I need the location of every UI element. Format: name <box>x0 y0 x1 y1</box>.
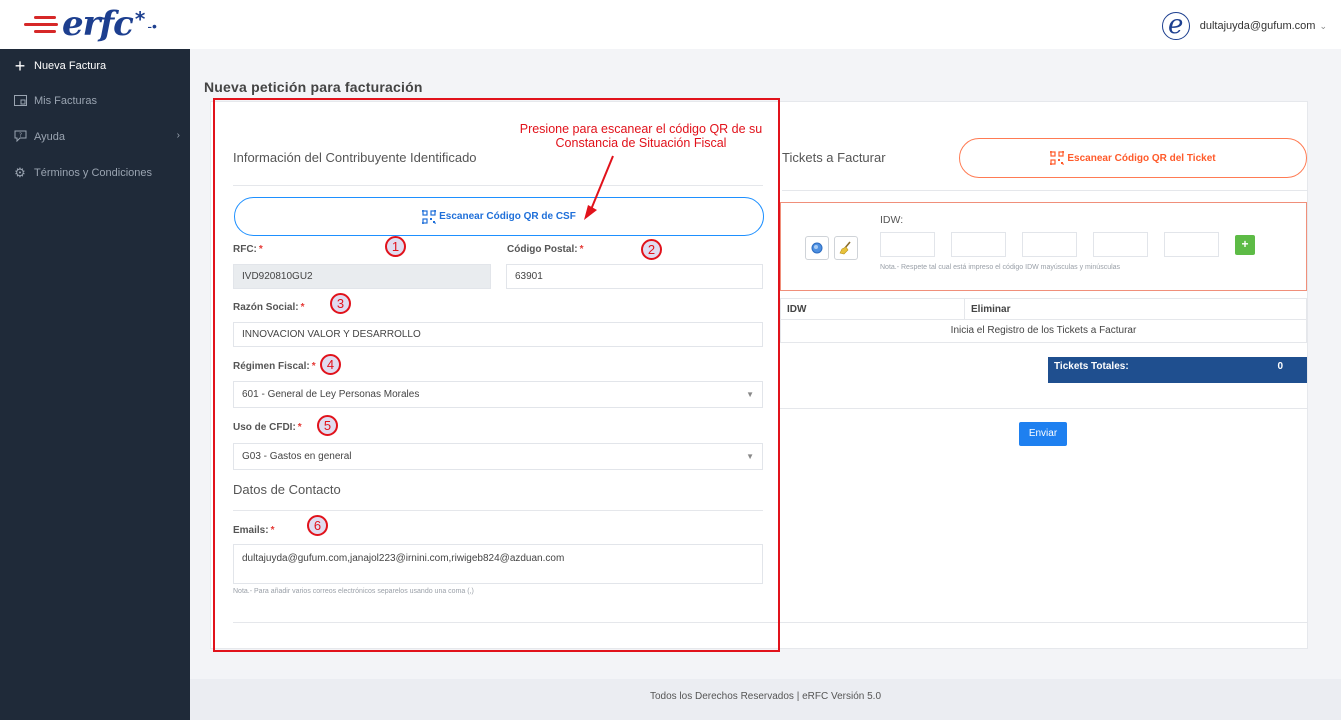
page-title: Nueva petición para facturación <box>204 79 423 95</box>
tickets-totals-value: 0 <box>1277 361 1283 372</box>
help-button[interactable] <box>805 236 829 260</box>
broom-icon <box>839 241 851 255</box>
qr-code-icon <box>1050 151 1065 165</box>
table-header-eliminar: Eliminar <box>964 298 1307 320</box>
idw-input-5[interactable] <box>1164 232 1219 257</box>
annotation-marker-2: 2 <box>641 239 662 260</box>
annotation-frame <box>213 98 780 652</box>
tickets-totals-label: Tickets Totales: <box>1054 361 1129 372</box>
sidebar-item-label: Ayuda <box>34 131 65 143</box>
annotation-marker-4: 4 <box>320 354 341 375</box>
tickets-totals-bar: Tickets Totales: 0 <box>1048 357 1307 383</box>
logo-star: * <box>134 7 146 31</box>
add-ticket-button[interactable]: + <box>1235 235 1255 255</box>
plus-icon: + <box>14 55 26 76</box>
logo-dot: -• <box>147 18 157 34</box>
annotation-arrow-icon <box>584 155 614 220</box>
annotation-marker-6: 6 <box>307 515 328 536</box>
scan-ticket-qr-button[interactable]: Escanear Código QR del Ticket <box>959 138 1307 178</box>
svg-text:?: ? <box>18 132 21 139</box>
idw-input-3[interactable] <box>1022 232 1077 257</box>
idw-input-4[interactable] <box>1093 232 1148 257</box>
idw-input-1[interactable] <box>880 232 935 257</box>
footer-text: Todos los Derechos Reservados | eRFC Ver… <box>649 691 882 702</box>
table-header-idw: IDW <box>780 298 965 320</box>
help-icon: ? <box>12 130 28 145</box>
idw-note: Nota.- Respete tal cual está impreso el … <box>880 264 1121 271</box>
scan-ticket-label: Escanear Código QR del Ticket <box>1067 152 1216 164</box>
invoice-icon <box>12 94 28 109</box>
info-icon <box>811 242 823 254</box>
sidebar-item-label: Términos y Condiciones <box>34 167 152 179</box>
annotation-marker-3: 3 <box>330 293 351 314</box>
sidebar: + Nueva Factura Mis Facturas ? Ayuda › ⚙… <box>0 49 190 720</box>
user-email[interactable]: dultajuyda@gufum.com <box>1200 20 1316 32</box>
user-menu[interactable]: e dultajuyda@gufum.com ⌄ <box>1161 12 1327 40</box>
logo-speed-lines-icon <box>20 13 60 35</box>
sidebar-item-ayuda[interactable]: ? Ayuda › <box>0 119 190 155</box>
annotation-marker-1: 1 <box>385 236 406 257</box>
gear-icon: ⚙ <box>14 165 26 180</box>
annotation-marker-5: 5 <box>317 415 338 436</box>
tickets-section-title: Tickets a Facturar <box>782 150 886 165</box>
sidebar-item-mis-facturas[interactable]: Mis Facturas <box>0 83 190 119</box>
erfc-logo[interactable]: erfc * -• <box>20 6 157 42</box>
table-empty-row: Inicia el Registro de los Tickets a Fact… <box>780 319 1307 343</box>
annotation-callout: Presione para escanear el código QR de s… <box>519 122 763 150</box>
idw-label: IDW: <box>880 214 904 226</box>
clear-button[interactable] <box>834 236 858 260</box>
divider <box>782 190 1308 191</box>
sidebar-item-label: Nueva Factura <box>34 60 107 72</box>
sidebar-item-terminos[interactable]: ⚙ Términos y Condiciones <box>0 155 190 191</box>
logo-text: erfc <box>62 4 134 44</box>
sidebar-item-nueva-factura[interactable]: + Nueva Factura <box>0 49 190 83</box>
chevron-right-icon: › <box>176 130 180 141</box>
divider <box>780 408 1308 409</box>
send-button[interactable]: Enviar <box>1019 422 1067 446</box>
user-avatar[interactable]: e <box>1161 12 1190 40</box>
footer: Todos los Derechos Reservados | eRFC Ver… <box>190 679 1341 720</box>
chevron-down-icon[interactable]: ⌄ <box>1319 21 1327 32</box>
top-bar: erfc * -• e dultajuyda@gufum.com ⌄ <box>0 0 1341 49</box>
sidebar-item-label: Mis Facturas <box>34 95 97 107</box>
idw-input-2[interactable] <box>951 232 1006 257</box>
